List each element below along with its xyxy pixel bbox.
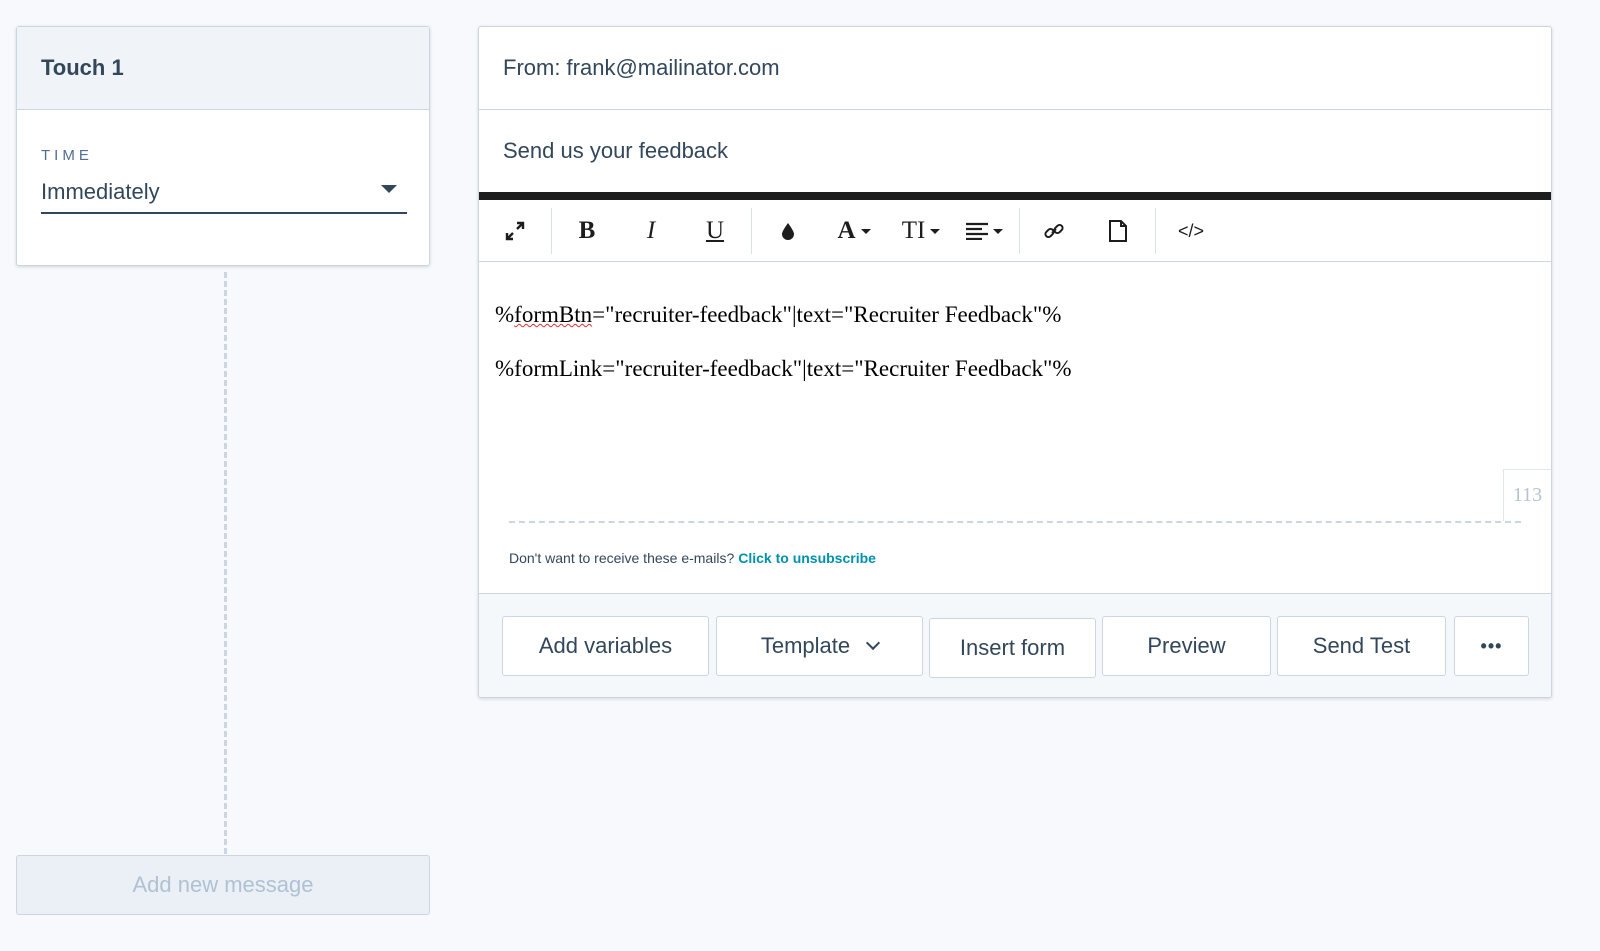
chevron-down-icon xyxy=(866,635,881,651)
font-dropdown[interactable]: A xyxy=(831,200,877,262)
text-size-icon: TI xyxy=(901,217,926,244)
underline-icon[interactable]: U xyxy=(699,200,731,262)
color-drop-icon[interactable] xyxy=(775,200,801,262)
editor-top-bar xyxy=(479,192,1551,200)
time-label: TIME xyxy=(41,147,93,164)
touch-card: Touch 1 TIME Immediately xyxy=(16,26,430,266)
expand-icon[interactable] xyxy=(497,200,533,262)
toolbar-separator xyxy=(1019,208,1020,254)
link-icon[interactable] xyxy=(1041,200,1067,262)
time-value: Immediately xyxy=(41,179,160,204)
code-icon[interactable]: </> xyxy=(1177,200,1205,262)
caret-down-icon xyxy=(992,228,1003,234)
unsubscribe-link[interactable]: Click to unsubscribe xyxy=(738,550,876,566)
misspelled-word: formBtn xyxy=(514,302,593,327)
time-select[interactable]: Immediately xyxy=(41,172,407,214)
add-variables-button[interactable]: Add variables xyxy=(502,616,709,676)
preview-button[interactable]: Preview xyxy=(1102,616,1271,676)
email-footer: Don't want to receive these e-mails? Cli… xyxy=(479,522,1551,594)
action-bar: Add variables Template Insert form Previ… xyxy=(479,594,1551,697)
body-line-form-button: %formBtn="recruiter-feedback"|text="Recr… xyxy=(495,302,1061,328)
footer-text: Don't want to receive these e-mails? xyxy=(509,549,735,566)
template-label: Template xyxy=(760,633,851,658)
caret-down-icon xyxy=(381,185,397,193)
caret-down-icon xyxy=(930,228,941,234)
from-field[interactable]: From: frank@mailinator.com xyxy=(479,27,1551,110)
align-icon xyxy=(965,222,988,240)
send-test-button[interactable]: Send Test xyxy=(1277,616,1446,676)
caret-down-icon xyxy=(860,228,871,234)
font-icon: A xyxy=(837,217,856,244)
footer-divider xyxy=(509,521,1521,523)
text-size-dropdown[interactable]: TI xyxy=(897,200,945,262)
touch-title: Touch 1 xyxy=(41,55,124,80)
email-editor-panel: From: frank@mailinator.com Send us your … xyxy=(478,26,1552,698)
toolbar-separator xyxy=(751,208,752,254)
bold-icon[interactable]: B xyxy=(571,200,603,262)
character-count: 113 xyxy=(1503,469,1551,521)
body-text: % xyxy=(495,302,515,327)
timeline-connector xyxy=(224,272,227,854)
editor-toolbar: B I U A TI </> xyxy=(479,200,1551,262)
more-options-button[interactable]: ••• xyxy=(1454,616,1529,676)
template-button[interactable]: Template xyxy=(716,616,923,676)
file-icon[interactable] xyxy=(1105,200,1131,262)
email-body-editor[interactable]: %formBtn="recruiter-feedback"|text="Recr… xyxy=(479,262,1551,523)
toolbar-separator xyxy=(551,208,552,254)
align-dropdown[interactable] xyxy=(961,200,1007,262)
touch-header: Touch 1 xyxy=(17,27,429,110)
subject-field[interactable]: Send us your feedback xyxy=(479,110,1551,192)
italic-icon[interactable]: I xyxy=(635,200,667,262)
toolbar-separator xyxy=(1155,208,1156,254)
add-new-message-button[interactable]: Add new message xyxy=(16,855,430,915)
insert-form-button[interactable]: Insert form xyxy=(929,618,1096,678)
body-line-form-link: %formLink="recruiter-feedback"|text="Rec… xyxy=(495,356,1072,381)
body-text: ="recruiter-feedback"|text="Recruiter Fe… xyxy=(592,302,1062,327)
